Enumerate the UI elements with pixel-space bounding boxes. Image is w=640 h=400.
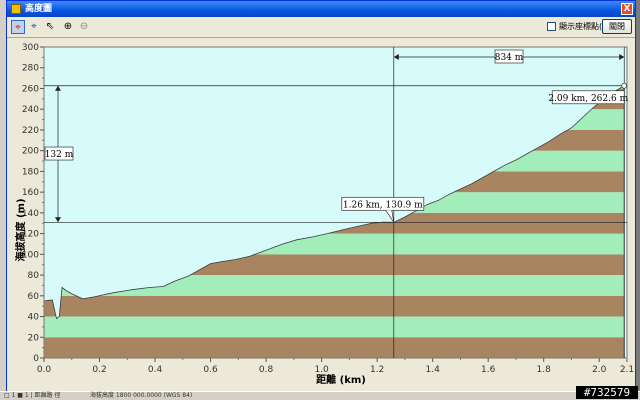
- y-tick-label: 180: [22, 167, 39, 177]
- status-left: □ 1 ■ 1 | 距離路 徑: [4, 392, 61, 399]
- toolbar: ⌖ ⌖ ⇖ ⊕ ⊖ 顯示座標點(S) 關閉: [7, 17, 635, 38]
- y-tick-label: 20: [28, 333, 40, 343]
- x-axis-label: 距離 (km): [316, 373, 366, 386]
- terrain-band: [44, 316, 625, 338]
- x-tick-label: 0.8: [259, 365, 274, 375]
- elevation-chart[interactable]: 0204060801001201401601802002202402602803…: [0, 36, 636, 390]
- y-tick-label: 200: [22, 147, 39, 157]
- status-coordinates: 海拔高度 1800 000.0000 (WGS 84): [90, 392, 193, 399]
- point-b-marker: [621, 82, 628, 89]
- x-tick-label: 1.8: [537, 365, 552, 375]
- show-points-checkbox[interactable]: [547, 22, 556, 31]
- select-arrow-icon[interactable]: ⇖: [43, 20, 57, 34]
- window-title: 高度圖: [25, 4, 53, 14]
- x-tick-label: 2.0: [592, 365, 607, 375]
- point-b-label: 2.09 km, 262.6 m: [548, 94, 628, 104]
- zoom-out-icon[interactable]: ⊖: [77, 20, 91, 34]
- terrain-band: [44, 337, 625, 358]
- title-bar[interactable]: 高度圖 X: [7, 1, 635, 17]
- x-tick-label: 0.2: [92, 365, 106, 375]
- x-tick-label: 1.6: [481, 365, 496, 375]
- crosshair-blue-icon[interactable]: ⌖: [27, 20, 41, 34]
- status-bar: □ 1 ■ 1 | 距離路 徑 海拔高度 1800 000.0000 (WGS …: [0, 391, 640, 400]
- y-axis-label: 海拔高度 (m): [14, 198, 27, 261]
- y-tick-label: 280: [22, 64, 39, 74]
- y-tick-label: 160: [22, 188, 39, 198]
- y-tick-label: 260: [22, 84, 39, 94]
- y-tick-label: 60: [28, 292, 40, 302]
- close-button[interactable]: 關閉: [602, 19, 632, 34]
- x-tick-label: 1.4: [426, 365, 441, 375]
- y-tick-label: 40: [28, 313, 40, 323]
- y-tick-label: 80: [28, 271, 40, 281]
- window-close-button[interactable]: X: [621, 3, 633, 15]
- terrain-band: [44, 295, 625, 317]
- x-tick-label: 0.4: [148, 365, 163, 375]
- point-a-label: 1.26 km, 130.9 m: [343, 200, 423, 210]
- height-label: 132 m: [45, 150, 74, 160]
- y-tick-label: 220: [22, 126, 39, 136]
- crosshair-red-icon[interactable]: ⌖: [11, 20, 25, 34]
- distance-label: 834 m: [495, 53, 524, 63]
- x-tick-label: 2.1: [620, 365, 634, 375]
- app-icon: [11, 4, 21, 14]
- x-tick-label: 0.6: [203, 365, 218, 375]
- y-tick-label: 0: [33, 354, 39, 364]
- window-border: [636, 0, 640, 394]
- y-tick-label: 300: [22, 43, 39, 53]
- zoom-in-icon[interactable]: ⊕: [61, 20, 75, 34]
- x-tick-label: 1.0: [314, 365, 329, 375]
- watermark: #732579: [576, 386, 638, 399]
- y-tick-label: 240: [22, 105, 39, 115]
- x-tick-label: 1.2: [370, 365, 384, 375]
- x-tick-label: 0.0: [37, 365, 52, 375]
